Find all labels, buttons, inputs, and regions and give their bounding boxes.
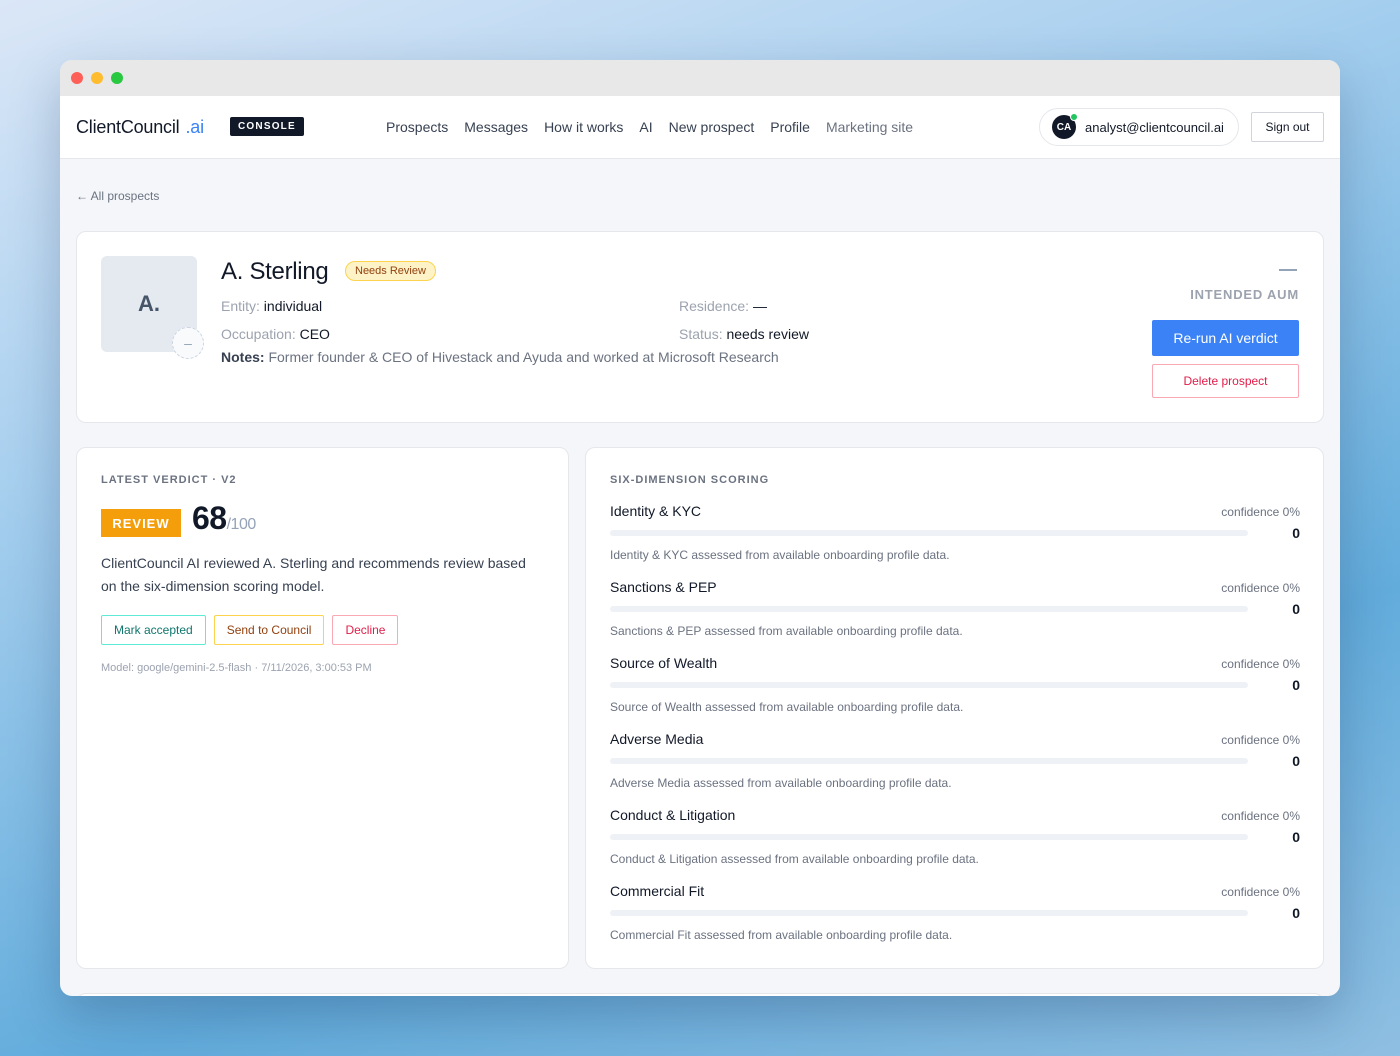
six-dimension-scoring-card: SIX-DIMENSION SCORING Identity & KYC con… bbox=[585, 447, 1324, 969]
dimension-score: 0 bbox=[1292, 677, 1300, 693]
status-field: Status: needs review bbox=[679, 326, 809, 342]
top-nav: ClientCouncil .ai CONSOLE Prospects Messa… bbox=[60, 96, 1340, 159]
dimension-name: Identity & KYC bbox=[610, 503, 702, 519]
minimize-window-button[interactable] bbox=[91, 72, 103, 84]
dimension-identity-kyc: Identity & KYC confidence 0% 0 Identity … bbox=[610, 503, 1300, 579]
entity-label: Entity: bbox=[221, 298, 260, 314]
back-to-prospects-link[interactable]: ← All prospects bbox=[76, 189, 159, 203]
send-to-council-button[interactable]: Send to Council bbox=[213, 615, 325, 645]
dimension-name: Commercial Fit bbox=[610, 883, 705, 899]
dimension-adverse-media: Adverse Media confidence 0% 0 Adverse Me… bbox=[610, 731, 1300, 807]
nav-link-how-it-works[interactable]: How it works bbox=[544, 119, 623, 135]
prospect-header-card: A. – A. Sterling Needs Review Entity: in… bbox=[76, 231, 1324, 423]
score-value: 68 bbox=[192, 500, 227, 536]
dimension-confidence: confidence 0% bbox=[1221, 505, 1300, 519]
residence-field: Residence: — bbox=[679, 298, 767, 314]
dimension-description: Source of Wealth assessed from available… bbox=[610, 700, 964, 714]
avatar-upload-icon[interactable]: – bbox=[172, 327, 204, 359]
nav-link-marketing-site[interactable]: Marketing site bbox=[826, 119, 913, 135]
verdict-score: 68/100 bbox=[192, 500, 256, 537]
dimension-bar bbox=[610, 758, 1248, 764]
prospect-name: A. Sterling bbox=[221, 258, 329, 285]
dimension-confidence: confidence 0% bbox=[1221, 657, 1300, 671]
notes-field: Notes: Former founder & CEO of Hivestack… bbox=[221, 349, 779, 365]
model-info: Model: google/gemini-2.5-flash · 7/11/20… bbox=[101, 662, 372, 674]
dimension-confidence: confidence 0% bbox=[1221, 885, 1300, 899]
entity-field: Entity: individual bbox=[221, 298, 322, 314]
dimension-score: 0 bbox=[1292, 753, 1300, 769]
scoring-section-label: SIX-DIMENSION SCORING bbox=[610, 474, 770, 486]
title-bar bbox=[60, 60, 1340, 96]
rerun-verdict-button[interactable]: Re-run AI verdict bbox=[1152, 320, 1299, 356]
dimension-name: Sanctions & PEP bbox=[610, 579, 717, 595]
residence-value: — bbox=[752, 298, 767, 314]
nav-link-messages[interactable]: Messages bbox=[464, 119, 528, 135]
dimension-bar bbox=[610, 606, 1248, 612]
avatar: CA bbox=[1052, 113, 1078, 139]
score-out-of: /100 bbox=[226, 516, 257, 533]
dimension-name: Adverse Media bbox=[610, 731, 704, 747]
dimension-sanctions-pep: Sanctions & PEP confidence 0% 0 Sanction… bbox=[610, 579, 1300, 655]
user-email: analyst@clientcouncil.ai bbox=[1085, 119, 1224, 135]
brand-name: ClientCouncil bbox=[76, 117, 180, 137]
dimension-score: 0 bbox=[1292, 525, 1300, 541]
dimension-confidence: confidence 0% bbox=[1221, 733, 1300, 747]
dimension-name: Source of Wealth bbox=[610, 655, 718, 671]
dimension-score: 0 bbox=[1292, 829, 1300, 845]
dimension-confidence: confidence 0% bbox=[1221, 809, 1300, 823]
dimension-description: Conduct & Litigation assessed from avail… bbox=[610, 852, 979, 866]
dimension-conduct-litigation: Conduct & Litigation confidence 0% 0 Con… bbox=[610, 807, 1300, 883]
browser-window: ClientCouncil .ai CONSOLE Prospects Messa… bbox=[60, 60, 1340, 996]
sign-out-button[interactable]: Sign out bbox=[1251, 112, 1324, 142]
dimension-bar bbox=[610, 682, 1248, 688]
dimension-bar bbox=[610, 910, 1248, 916]
residence-label: Residence: bbox=[679, 298, 750, 314]
intended-aum-label: INTENDED AUM bbox=[1190, 287, 1299, 302]
dimension-score: 0 bbox=[1292, 905, 1300, 921]
nav-link-profile[interactable]: Profile bbox=[770, 119, 810, 135]
nav-link-new-prospect[interactable]: New prospect bbox=[669, 119, 755, 135]
occupation-label: Occupation: bbox=[221, 326, 296, 342]
dimension-name: Conduct & Litigation bbox=[610, 807, 736, 823]
close-window-button[interactable] bbox=[71, 72, 83, 84]
verdict-badge: REVIEW bbox=[101, 509, 181, 537]
status-value: needs review bbox=[726, 326, 809, 342]
dimension-source-of-wealth: Source of Wealth confidence 0% 0 Source … bbox=[610, 655, 1300, 731]
verdict-summary: ClientCouncil AI reviewed A. Sterling an… bbox=[101, 555, 526, 594]
mark-accepted-button[interactable]: Mark accepted bbox=[101, 615, 206, 645]
verdict-actions: Mark accepted Send to Council Decline bbox=[101, 615, 399, 645]
brand-suffix: .ai bbox=[185, 117, 204, 137]
brand-logo[interactable]: ClientCouncil .ai bbox=[76, 117, 204, 138]
latest-verdict-card: LATEST VERDICT · V2 REVIEW 68/100 Client… bbox=[76, 447, 569, 969]
occupation-field: Occupation: CEO bbox=[221, 326, 330, 342]
dimension-commercial-fit: Commercial Fit confidence 0% 0 Commercia… bbox=[610, 883, 1300, 959]
console-badge: CONSOLE bbox=[230, 117, 304, 136]
dimension-description: Sanctions & PEP assessed from available … bbox=[610, 624, 963, 638]
entity-value: individual bbox=[263, 298, 323, 314]
dimension-description: Adverse Media assessed from available on… bbox=[610, 776, 952, 790]
dimension-confidence: confidence 0% bbox=[1221, 581, 1300, 595]
online-status-icon bbox=[1070, 113, 1078, 121]
occupation-value: CEO bbox=[299, 326, 330, 342]
user-menu[interactable]: CA analyst@clientcouncil.ai bbox=[1039, 108, 1239, 146]
verdict-section-label: LATEST VERDICT · V2 bbox=[101, 474, 237, 486]
status-badge: Needs Review bbox=[345, 261, 436, 281]
notes-label: Notes: bbox=[221, 349, 265, 365]
status-label: Status: bbox=[679, 326, 723, 342]
aum-value-dash bbox=[1279, 269, 1297, 271]
dimension-bar bbox=[610, 530, 1248, 536]
nav-link-prospects[interactable]: Prospects bbox=[386, 119, 448, 135]
nav-links: Prospects Messages How it works AI New p… bbox=[386, 119, 913, 135]
dimension-description: Identity & KYC assessed from available o… bbox=[610, 548, 950, 562]
notes-value: Former founder & CEO of Hivestack and Ay… bbox=[268, 349, 779, 365]
dimension-description: Commercial Fit assessed from available o… bbox=[610, 928, 953, 942]
decline-button[interactable]: Decline bbox=[332, 615, 399, 645]
delete-prospect-button[interactable]: Delete prospect bbox=[1152, 364, 1299, 398]
next-section-card bbox=[76, 993, 1324, 996]
nav-link-ai[interactable]: AI bbox=[639, 119, 652, 135]
maximize-window-button[interactable] bbox=[111, 72, 123, 84]
avatar-initials: CA bbox=[1056, 121, 1072, 133]
dimension-bar bbox=[610, 834, 1248, 840]
dimension-score: 0 bbox=[1292, 601, 1300, 617]
